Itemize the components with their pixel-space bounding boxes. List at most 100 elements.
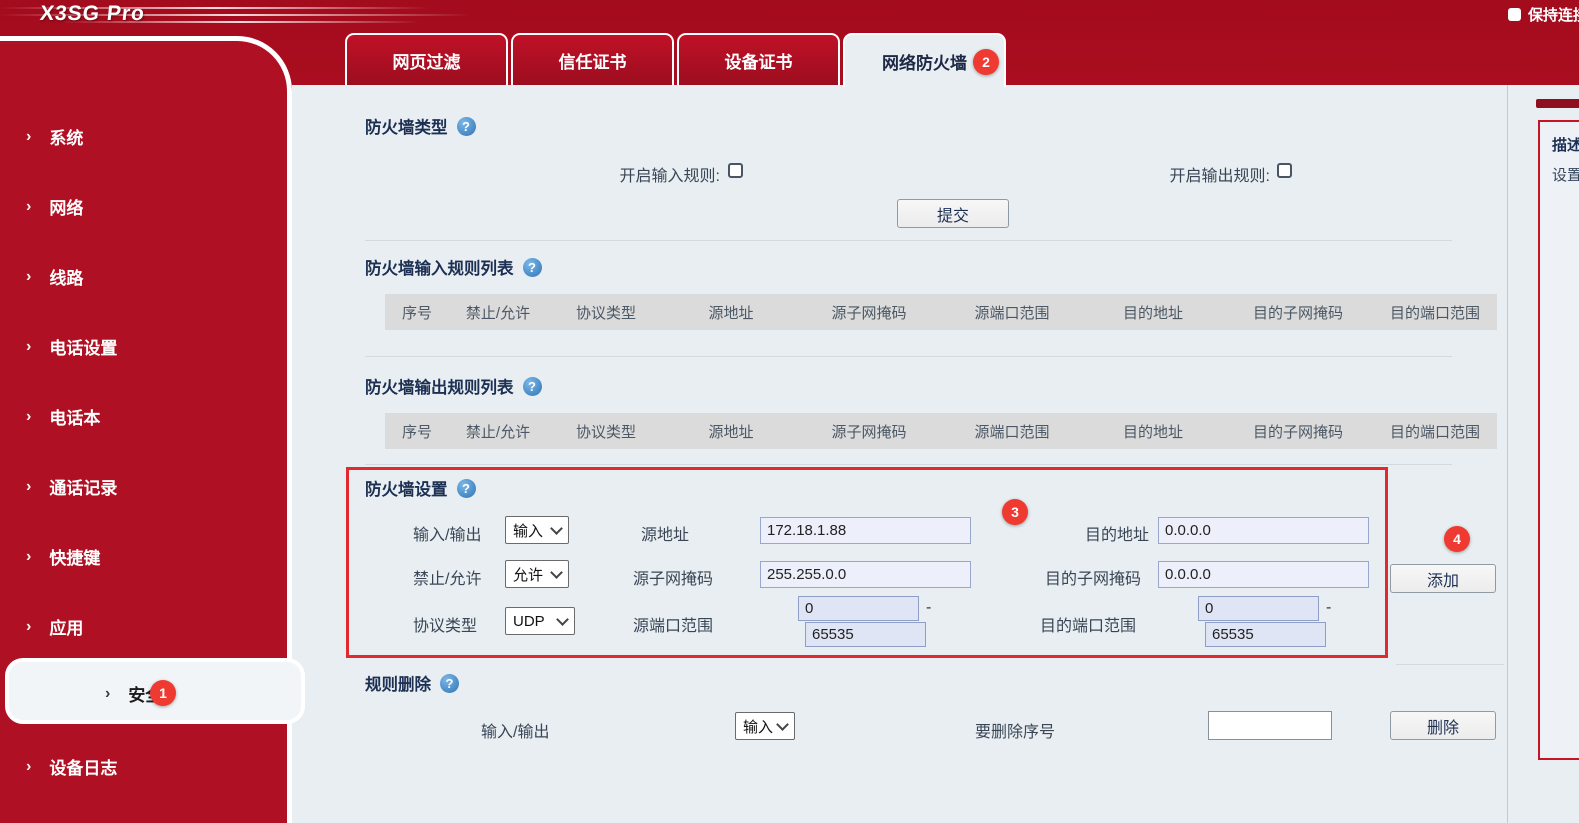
- app-logo: X3SG Pro: [39, 2, 146, 26]
- select-value: 输入: [743, 716, 773, 737]
- add-button[interactable]: 添加: [1390, 564, 1496, 593]
- help-icon[interactable]: ?: [457, 117, 476, 136]
- column-header: 禁止/允许: [449, 421, 547, 442]
- column-header: 协议类型: [547, 302, 665, 323]
- delete-index-input[interactable]: [1208, 711, 1332, 740]
- chevron-down-icon: [550, 566, 563, 579]
- sidebar-item-network[interactable]: › 网络: [26, 194, 83, 219]
- delete-button[interactable]: 删除: [1390, 711, 1496, 740]
- rule-delete-heading: 规则删除 ?: [365, 671, 459, 695]
- tab-trust-certificates[interactable]: 信任证书: [511, 33, 674, 85]
- delete-direction-label: 输入/输出: [481, 718, 549, 742]
- select-value: 输入: [513, 520, 543, 541]
- chevron-right-icon: ›: [26, 758, 31, 776]
- description-title: 描述: [1552, 134, 1579, 155]
- sidebar-item-label: 线路: [49, 264, 83, 289]
- dst-port-from-input[interactable]: [1198, 596, 1319, 621]
- src-port-to-input[interactable]: [805, 622, 926, 647]
- column-header: 源端口范围: [941, 302, 1083, 323]
- firewall-settings-heading: 防火墙设置 ?: [365, 476, 476, 500]
- help-icon[interactable]: ?: [457, 479, 476, 498]
- page: X3SG Pro 保持连接 › 系统 › 网络 › 线路 › 电话设置 › 电话…: [0, 0, 1579, 823]
- column-header: 源地址: [665, 421, 797, 442]
- dst-mask-label: 目的子网掩码: [1045, 565, 1141, 589]
- chevron-right-icon: ›: [105, 685, 110, 703]
- help-icon[interactable]: ?: [523, 258, 542, 277]
- annotation-step-3-badge: 3: [1002, 499, 1028, 525]
- sidebar-item-line[interactable]: › 线路: [26, 264, 83, 289]
- column-header: 源地址: [665, 302, 797, 323]
- protocol-label: 协议类型: [413, 612, 477, 636]
- sidebar-item-label: 网络: [49, 194, 83, 219]
- keep-online-toggle[interactable]: 保持连接: [1508, 4, 1579, 25]
- submit-button[interactable]: 提交: [897, 199, 1009, 228]
- sidebar-item-label: 设备日志: [49, 754, 117, 779]
- column-header: 目的地址: [1083, 302, 1223, 323]
- firewall-type-heading: 防火墙类型 ?: [365, 114, 476, 138]
- range-separator: -: [1326, 599, 1331, 617]
- column-header: 源端口范围: [941, 421, 1083, 442]
- sidebar-item-label: 电话设置: [49, 334, 117, 359]
- enable-input-rules-checkbox[interactable]: [728, 163, 743, 178]
- dst-port-to-input[interactable]: [1205, 622, 1326, 647]
- tab-label: 网页过滤: [393, 48, 461, 73]
- enable-output-rules-checkbox[interactable]: [1277, 163, 1292, 178]
- description-text: 设置: [1552, 164, 1579, 185]
- annotation-step-1-badge: 1: [150, 680, 176, 706]
- src-port-from-input[interactable]: [798, 596, 919, 621]
- src-address-input[interactable]: [760, 517, 971, 544]
- select-value: UDP: [513, 613, 545, 630]
- sidebar-item-phonebook[interactable]: › 电话本: [26, 404, 100, 429]
- dst-address-input[interactable]: [1158, 517, 1369, 544]
- column-header: 目的子网掩码: [1223, 302, 1373, 323]
- column-header: 源子网掩码: [797, 302, 941, 323]
- sidebar-item-application[interactable]: › 应用: [26, 614, 83, 639]
- column-header: 源子网掩码: [797, 421, 941, 442]
- src-address-label: 源地址: [641, 521, 689, 545]
- column-header: 序号: [385, 302, 449, 323]
- tab-label: 网络防火墙: [882, 49, 967, 74]
- tab-label: 设备证书: [725, 48, 793, 73]
- deny-permit-label: 禁止/允许: [413, 565, 481, 589]
- sidebar-item-label: 电话本: [49, 404, 100, 429]
- chevron-right-icon: ›: [26, 408, 31, 426]
- section-title: 规则删除: [365, 671, 431, 695]
- sidebar-item-device-log[interactable]: › 设备日志: [26, 754, 117, 779]
- dst-address-label: 目的地址: [1085, 521, 1149, 545]
- protocol-select[interactable]: UDP: [505, 607, 575, 635]
- range-separator: -: [926, 599, 931, 617]
- deny-permit-select[interactable]: 允许: [505, 560, 569, 588]
- tab-web-filter[interactable]: 网页过滤: [345, 33, 508, 85]
- section-title: 防火墙类型: [365, 114, 448, 138]
- keep-online-label: 保持连接: [1528, 4, 1579, 25]
- column-header: 目的端口范围: [1373, 421, 1497, 442]
- chevron-right-icon: ›: [26, 548, 31, 566]
- sidebar-item-label: 快捷键: [49, 544, 100, 569]
- help-icon[interactable]: ?: [440, 674, 459, 693]
- column-header: 协议类型: [547, 421, 665, 442]
- dst-mask-input[interactable]: [1158, 561, 1369, 588]
- src-port-range-label: 源端口范围: [633, 612, 713, 636]
- sidebar-item-system[interactable]: › 系统: [26, 124, 83, 149]
- tab-device-certificates[interactable]: 设备证书: [677, 33, 840, 85]
- description-panel: 描述 设置: [1538, 120, 1579, 760]
- chevron-right-icon: ›: [26, 198, 31, 216]
- annotation-step-4-badge: 4: [1444, 526, 1470, 552]
- sidebar-item-phone-settings[interactable]: › 电话设置: [26, 334, 117, 359]
- tab-label: 信任证书: [559, 48, 627, 73]
- delete-index-label: 要删除序号: [975, 718, 1055, 742]
- content-right-border: [1507, 85, 1508, 823]
- divider: [365, 464, 1452, 465]
- direction-select[interactable]: 输入: [505, 516, 569, 544]
- input-rules-table-header: 序号 禁止/允许 协议类型 源地址 源子网掩码 源端口范围 目的地址 目的子网掩…: [385, 294, 1497, 330]
- sidebar-item-label: 系统: [49, 124, 83, 149]
- sidebar-item-call-log[interactable]: › 通话记录: [26, 474, 117, 499]
- src-mask-input[interactable]: [760, 561, 971, 588]
- chevron-down-icon: [776, 718, 789, 731]
- divider: [1396, 664, 1504, 665]
- delete-direction-select[interactable]: 输入: [735, 712, 795, 740]
- sidebar-item-function-key[interactable]: › 快捷键: [26, 544, 100, 569]
- divider: [365, 356, 1452, 357]
- help-icon[interactable]: ?: [523, 377, 542, 396]
- input-rules-heading: 防火墙输入规则列表 ?: [365, 255, 542, 279]
